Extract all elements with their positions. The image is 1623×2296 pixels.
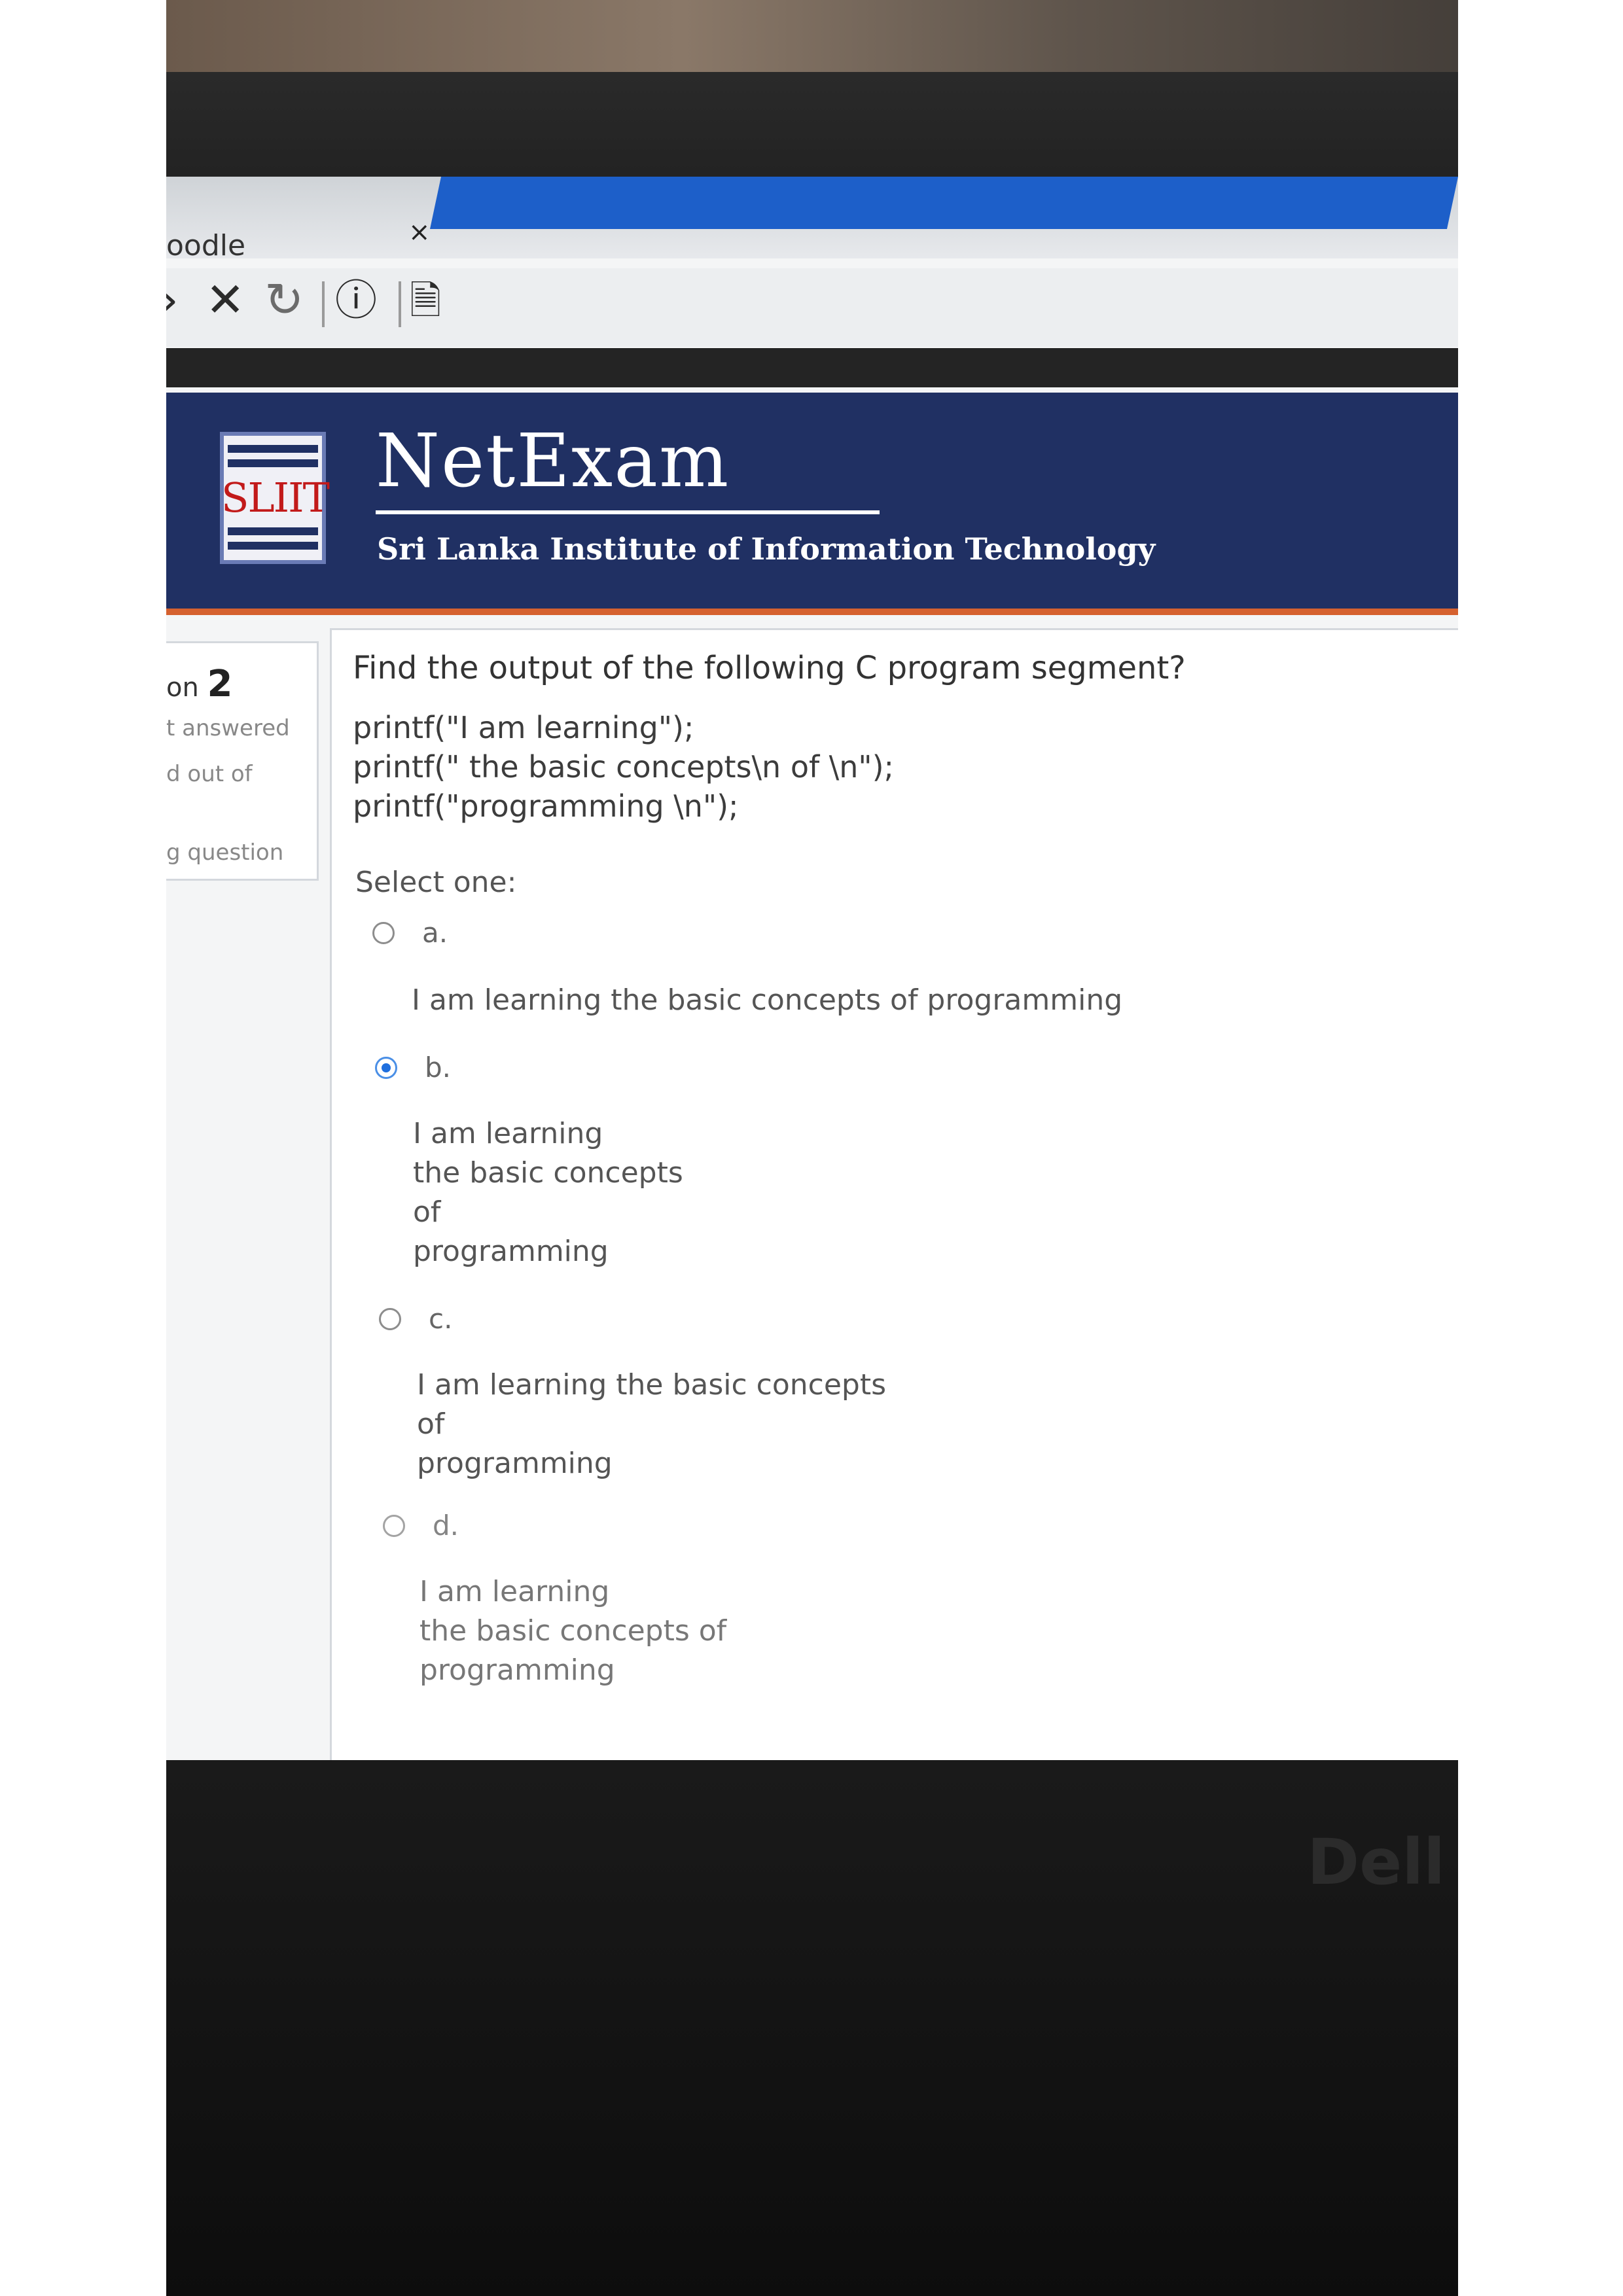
photo-frame: oodle × › ✕ ↻ ⓘ 🗎 SLIIT NetExam Sri Lank…: [166, 0, 1458, 2296]
tab-close-button[interactable]: ×: [408, 217, 431, 247]
radio-button-selected[interactable]: [375, 1057, 397, 1079]
laptop-bezel-bottom: [166, 1760, 1458, 2296]
option-text: I am learning the basic concepts of prog…: [419, 1575, 727, 1687]
browser-tab[interactable]: oodle ×: [166, 217, 448, 268]
option-letter: d.: [433, 1510, 459, 1542]
toolbar-divider: [322, 281, 325, 327]
logo-grid-bar: [228, 445, 318, 453]
background-wall: [166, 0, 1458, 72]
question-info-block: on 2 t answered d out of g question: [166, 641, 319, 881]
logo-text: SLIIT: [221, 474, 330, 521]
browser-titlebar: [429, 177, 1458, 229]
question-card: Find the output of the following C progr…: [330, 628, 1458, 1795]
radio-button[interactable]: [383, 1515, 405, 1537]
radio-button[interactable]: [372, 922, 395, 944]
option-text: I am learning the basic concepts of prog…: [412, 983, 1123, 1017]
site-brand[interactable]: NetExam: [376, 419, 730, 504]
info-icon[interactable]: ⓘ: [335, 280, 377, 322]
logo-grid-bar: [228, 527, 318, 535]
code-line: printf("programming \n");: [353, 788, 739, 824]
toolbar-divider: [399, 281, 401, 327]
question-text: Find the output of the following C progr…: [353, 650, 1186, 686]
question-marks: d out of: [166, 761, 253, 787]
reload-icon[interactable]: ↻: [264, 276, 304, 323]
option-letter: b.: [425, 1051, 452, 1084]
flag-question-link[interactable]: g question: [166, 839, 283, 866]
tab-title: oodle: [166, 229, 246, 262]
dell-logo: Dell: [1307, 1826, 1445, 1899]
option-text: I am learning the basic concepts of prog…: [413, 1117, 683, 1268]
code-line: printf("I am learning");: [353, 710, 694, 745]
logo-grid-bar: [228, 542, 318, 550]
question-number: on 2: [166, 663, 233, 705]
brand-divider: [376, 510, 880, 514]
question-number-prefix: on: [166, 673, 199, 703]
radio-button[interactable]: [379, 1308, 401, 1330]
question-status: t answered: [166, 715, 290, 741]
reader-mode-icon[interactable]: 🗎: [410, 281, 441, 321]
code-line: printf(" the basic concepts\n of \n");: [353, 749, 895, 785]
select-one-label: Select one:: [355, 866, 517, 899]
stop-icon[interactable]: ✕: [205, 276, 245, 323]
site-header: SLIIT NetExam Sri Lanka Institute of Inf…: [166, 393, 1458, 615]
question-number-value: 2: [207, 663, 233, 705]
logo-grid-bar: [228, 459, 318, 467]
laptop-screen: oodle × › ✕ ↻ ⓘ 🗎 SLIIT NetExam Sri Lank…: [166, 177, 1458, 1795]
option-letter: c.: [429, 1303, 453, 1335]
site-subtitle: Sri Lanka Institute of Information Techn…: [377, 531, 1156, 567]
option-text: I am learning the basic concepts of prog…: [417, 1368, 887, 1480]
toolbar-shadow: [166, 348, 1458, 387]
option-letter: a.: [422, 917, 448, 949]
sliit-logo[interactable]: SLIIT: [220, 432, 330, 564]
forward-icon[interactable]: ›: [166, 276, 179, 323]
